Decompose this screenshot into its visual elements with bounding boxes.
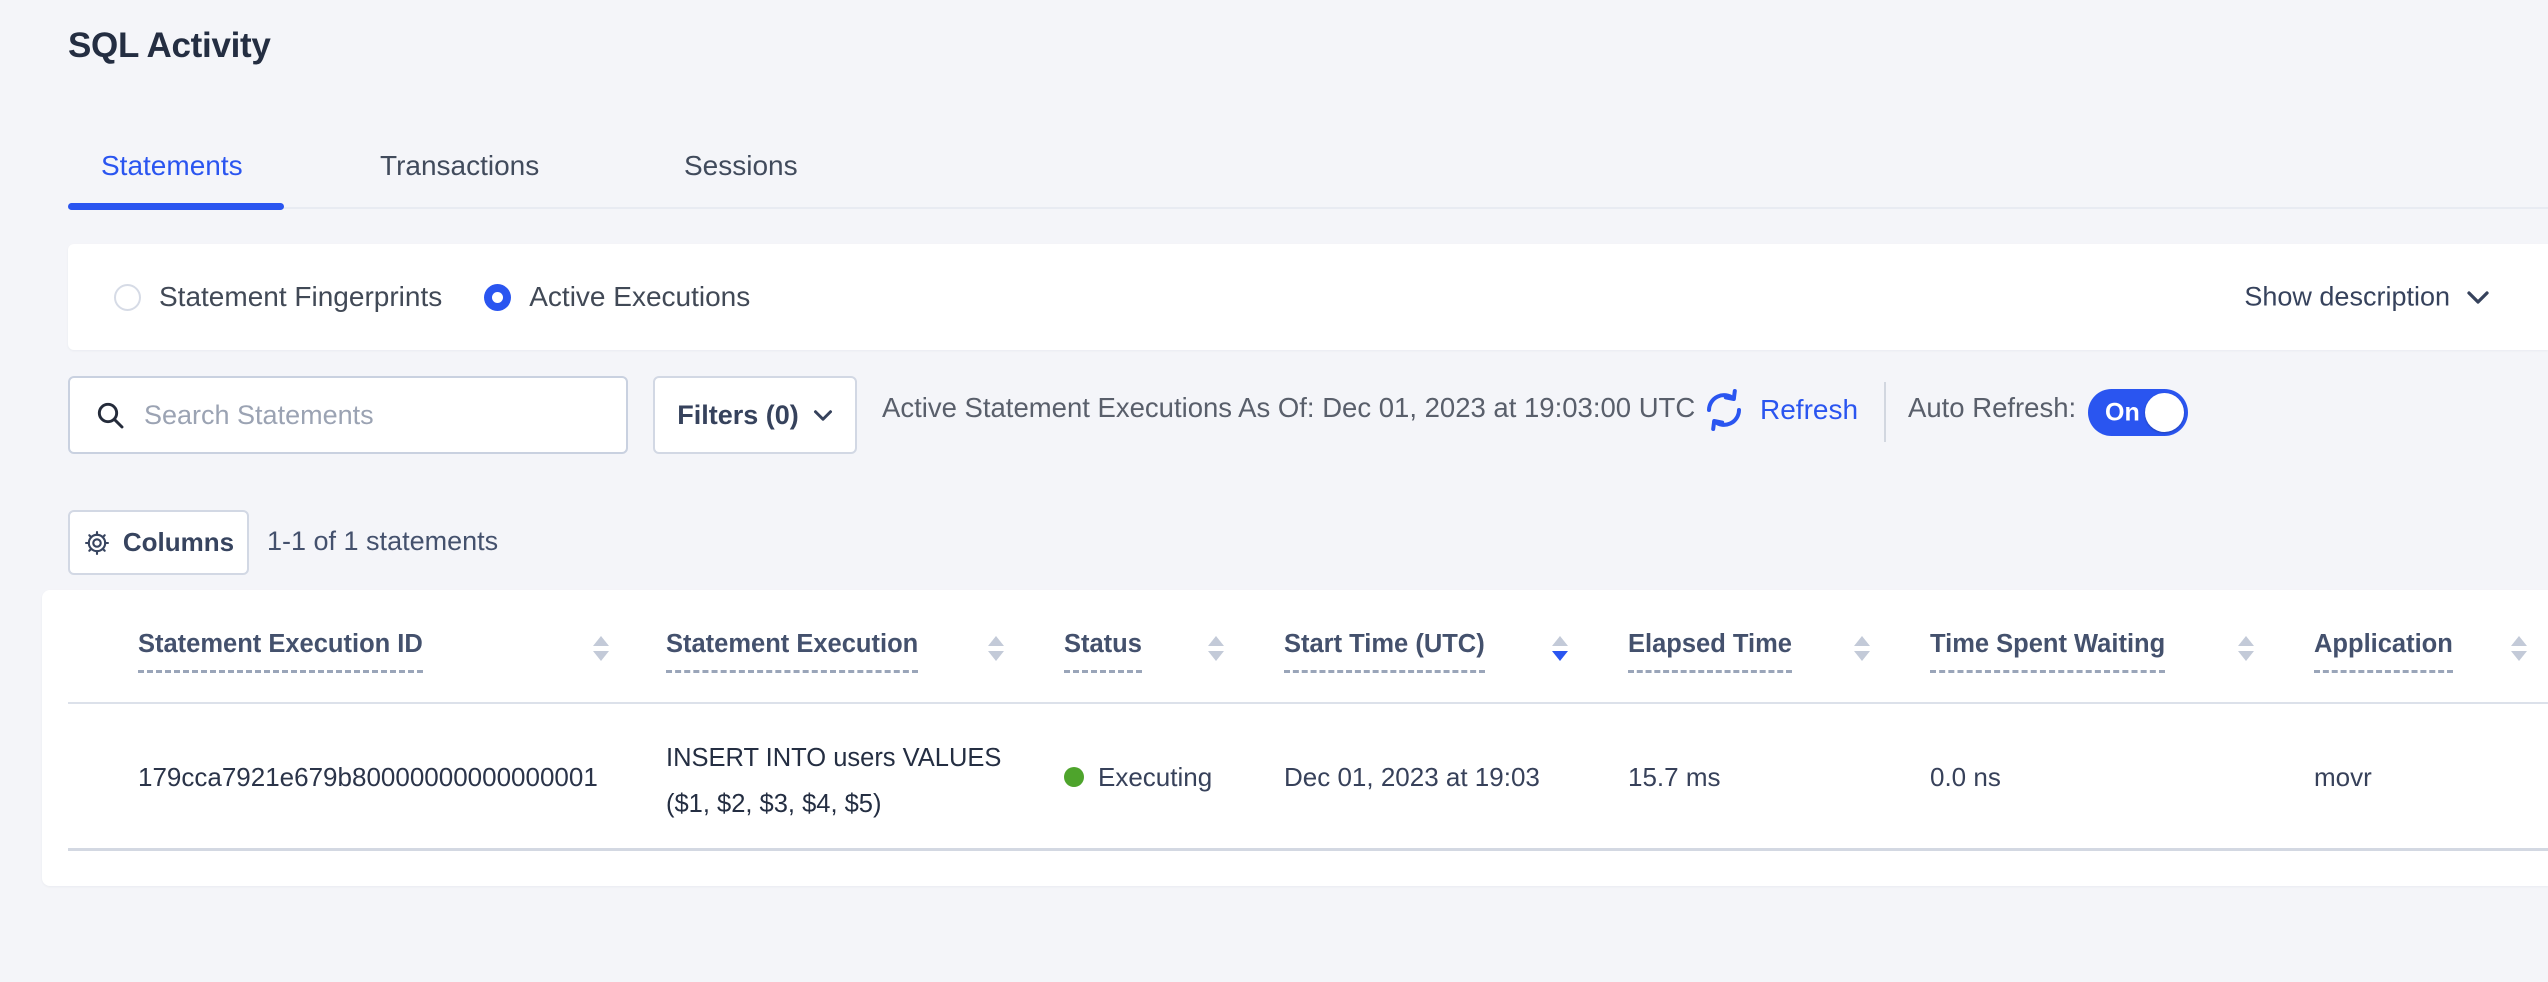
filters-button[interactable]: Filters (0) — [653, 376, 857, 454]
refresh-button[interactable]: Refresh — [1700, 386, 1858, 434]
sort-icon[interactable] — [593, 636, 609, 661]
sort-icon[interactable] — [1208, 636, 1224, 661]
statements-table: Statement Execution ID Statement Executi… — [42, 590, 2548, 886]
sort-icon[interactable] — [988, 636, 1004, 661]
cell-statement[interactable]: INSERT INTO users VALUES ($1, $2, $3, $4… — [666, 735, 1016, 827]
gear-icon — [83, 529, 111, 557]
sort-icon[interactable] — [1854, 636, 1870, 661]
cell-elapsed-time: 15.7 ms — [1628, 762, 1721, 792]
search-box[interactable] — [68, 376, 628, 454]
column-header-time-spent-waiting[interactable]: Time Spent Waiting — [1930, 630, 2165, 673]
status-label: Executing — [1098, 762, 1212, 792]
result-count: 1-1 of 1 statements — [267, 526, 498, 557]
sort-icon[interactable] — [2511, 636, 2527, 661]
cell-start-time: Dec 01, 2023 at 19:03 — [1284, 762, 1540, 792]
toggle-state-label: On — [2105, 398, 2140, 427]
refresh-label: Refresh — [1760, 394, 1858, 426]
radio-active-executions[interactable]: Active Executions — [484, 281, 750, 313]
view-mode-card: Statement Fingerprints Active Executions… — [68, 244, 2548, 350]
column-header-status[interactable]: Status — [1064, 630, 1142, 673]
column-header-elapsed-time[interactable]: Elapsed Time — [1628, 630, 1792, 673]
chevron-down-icon — [813, 409, 833, 422]
tab-bar-divider — [68, 207, 2548, 209]
radio-statement-fingerprints[interactable]: Statement Fingerprints — [114, 281, 442, 313]
auto-refresh-label: Auto Refresh: — [1908, 392, 2076, 424]
chevron-down-icon — [2466, 289, 2490, 305]
row-divider — [68, 848, 2548, 851]
active-tab-indicator — [68, 203, 284, 210]
cell-time-spent-waiting: 0.0 ns — [1930, 762, 2001, 792]
column-header-start-time[interactable]: Start Time (UTC) — [1284, 630, 1485, 673]
sort-icon[interactable] — [2238, 636, 2254, 661]
auto-refresh-toggle[interactable]: On — [2088, 389, 2188, 436]
page-title: SQL Activity — [68, 26, 271, 66]
column-header-statement-execution[interactable]: Statement Execution — [666, 630, 918, 673]
tab-statements[interactable]: Statements — [101, 150, 243, 182]
search-input[interactable] — [144, 400, 606, 431]
columns-label: Columns — [123, 527, 234, 558]
tab-sessions[interactable]: Sessions — [684, 150, 798, 182]
column-header-statement-execution-id[interactable]: Statement Execution ID — [138, 630, 423, 673]
tab-transactions[interactable]: Transactions — [380, 150, 539, 182]
column-header-application[interactable]: Application — [2314, 630, 2453, 673]
radio-label: Active Executions — [529, 281, 750, 313]
columns-button[interactable]: Columns — [68, 510, 249, 575]
header-divider — [68, 702, 2548, 704]
cell-status: Executing — [1064, 762, 1212, 792]
search-icon — [94, 399, 126, 431]
toggle-knob — [2145, 393, 2184, 432]
as-of-timestamp: Active Statement Executions As Of: Dec 0… — [882, 392, 1695, 424]
cell-execution-id: 179cca7921e679b80000000000000001 — [138, 762, 598, 792]
status-executing-dot — [1064, 767, 1084, 787]
cell-application: movr — [2314, 762, 2372, 792]
radio-selected-icon[interactable] — [484, 284, 511, 311]
radio-unselected-icon[interactable] — [114, 284, 141, 311]
radio-label: Statement Fingerprints — [159, 281, 442, 313]
filters-label: Filters (0) — [677, 400, 799, 431]
refresh-icon — [1700, 386, 1748, 434]
show-description-toggle[interactable]: Show description — [2244, 282, 2490, 313]
sort-icon-active-desc[interactable] — [1552, 636, 1568, 661]
toolbar-divider — [1884, 382, 1886, 442]
show-description-label: Show description — [2244, 282, 2450, 313]
